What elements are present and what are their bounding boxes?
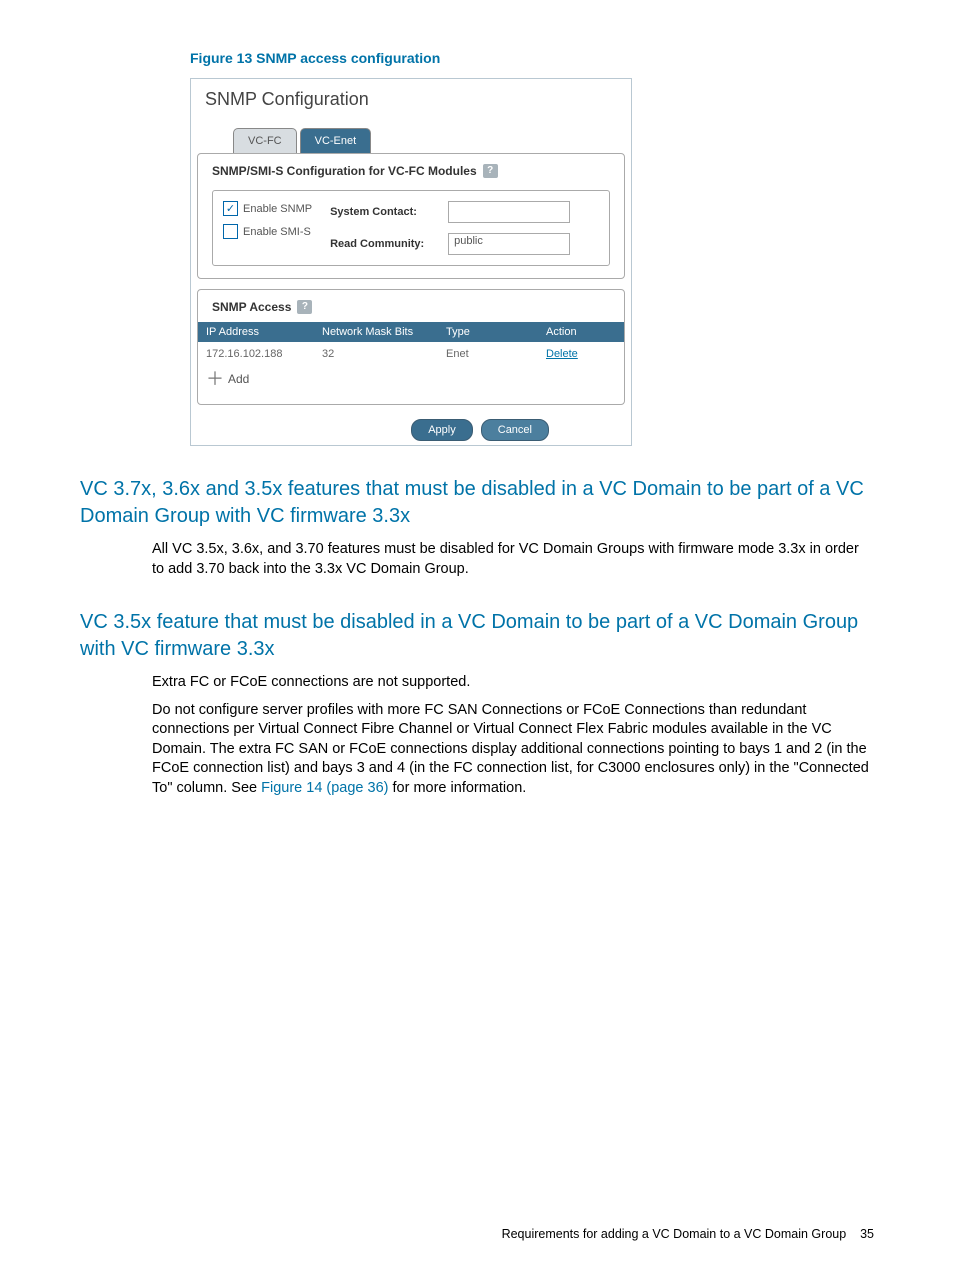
tab-vcenet[interactable]: VC-Enet — [300, 128, 372, 153]
add-label: Add — [228, 372, 249, 386]
panel-heading-access: SNMP Access ? — [198, 290, 624, 322]
snmp-config-screenshot: SNMP Configuration VC-FC VC-Enet SNMP/SM… — [190, 78, 632, 446]
access-table-header: IP Address Network Mask Bits Type Action — [198, 322, 624, 342]
checkbox-enable-smis-label: Enable SMI-S — [243, 226, 311, 238]
footer-text: Requirements for adding a VC Domain to a… — [502, 1227, 847, 1241]
add-row[interactable]: ＋ Add — [198, 366, 624, 396]
checkbox-enable-snmp-label: Enable SNMP — [243, 203, 312, 215]
panel-heading-label: SNMP/SMI-S Configuration for VC-FC Modul… — [212, 164, 477, 178]
cell-type: Enet — [438, 342, 538, 366]
system-contact-input[interactable] — [448, 201, 570, 223]
page-footer: Requirements for adding a VC Domain to a… — [502, 1227, 874, 1241]
system-contact-label: System Contact: — [330, 206, 440, 218]
cell-mask: 32 — [314, 342, 438, 366]
checkbox-enable-snmp[interactable]: ✓ — [223, 201, 238, 216]
cancel-button[interactable]: Cancel — [481, 419, 549, 441]
paragraph-2: Extra FC or FCoE connections are not sup… — [152, 673, 874, 693]
apply-button[interactable]: Apply — [411, 419, 473, 441]
panel-snmp-config: SNMP/SMI-S Configuration for VC-FC Modul… — [197, 153, 625, 279]
read-community-input[interactable]: public — [448, 233, 570, 255]
help-icon[interactable]: ? — [297, 300, 312, 314]
checkbox-enable-smis[interactable] — [223, 224, 238, 239]
config-inner-box: ✓ Enable SNMP Enable SMI-S System Contac… — [212, 190, 610, 266]
page-number: 35 — [860, 1227, 874, 1241]
col-type: Type — [438, 322, 538, 342]
table-row: 172.16.102.188 32 Enet Delete — [198, 342, 624, 366]
figure-caption: Figure 13 SNMP access configuration — [190, 50, 874, 66]
col-action: Action — [538, 322, 624, 342]
col-ip: IP Address — [198, 322, 314, 342]
help-icon[interactable]: ? — [483, 164, 498, 178]
read-community-label: Read Community: — [330, 238, 440, 250]
tab-vcfc[interactable]: VC-FC — [233, 128, 297, 153]
panel-snmp-access: SNMP Access ? IP Address Network Mask Bi… — [197, 289, 625, 405]
tabs: VC-FC VC-Enet — [233, 128, 631, 153]
cell-ip: 172.16.102.188 — [198, 342, 314, 366]
checkbox-enable-snmp-row: ✓ Enable SNMP — [223, 201, 312, 216]
checkbox-enable-smis-row: Enable SMI-S — [223, 224, 312, 239]
section-heading-2: VC 3.5x feature that must be disabled in… — [80, 609, 874, 663]
figure-14-link[interactable]: Figure 14 (page 36) — [261, 780, 388, 796]
col-mask: Network Mask Bits — [314, 322, 438, 342]
paragraph-3b: for more information. — [388, 780, 526, 796]
panel-heading-config: SNMP/SMI-S Configuration for VC-FC Modul… — [198, 154, 624, 186]
paragraph-3: Do not configure server profiles with mo… — [152, 701, 874, 799]
screenshot-title: SNMP Configuration — [191, 79, 631, 128]
plus-icon: ＋ — [206, 372, 224, 386]
delete-link[interactable]: Delete — [546, 348, 578, 360]
access-heading-label: SNMP Access — [212, 300, 291, 314]
paragraph-1: All VC 3.5x, 3.6x, and 3.70 features mus… — [152, 540, 874, 579]
section-heading-1: VC 3.7x, 3.6x and 3.5x features that mus… — [80, 476, 874, 530]
